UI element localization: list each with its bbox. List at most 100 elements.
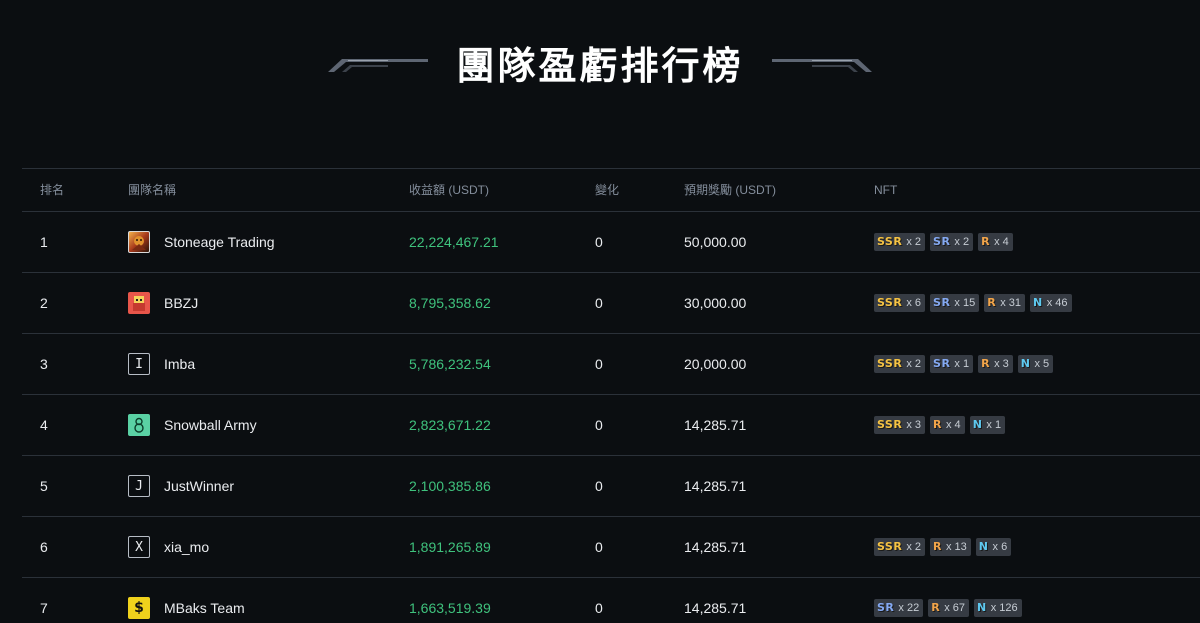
rank-cell: 4 bbox=[40, 417, 48, 433]
team-cell[interactable]: BBZJ bbox=[128, 273, 198, 333]
nft-badge: Rx 31 bbox=[984, 294, 1025, 312]
team-cell[interactable]: Stoneage Trading bbox=[128, 212, 275, 272]
nft-count: x 2 bbox=[906, 236, 922, 248]
nft-badge: SSR x 2 bbox=[874, 355, 926, 373]
prize-cell: 14,285.71 bbox=[684, 417, 747, 433]
nft-count: x 67 bbox=[944, 602, 965, 614]
nft-badge: SR x 2 bbox=[930, 233, 974, 251]
title-right-decoration-icon bbox=[771, 59, 872, 72]
nft-count: x 1 bbox=[954, 358, 970, 370]
nft-tier-label: N bbox=[978, 540, 989, 553]
nft-tier-label: SR bbox=[933, 357, 951, 370]
team-cell[interactable]: Xxia_mo bbox=[128, 517, 209, 577]
nft-count: x 6 bbox=[992, 541, 1008, 553]
change-cell: 0 bbox=[595, 600, 603, 616]
nft-badge: SR x 1 bbox=[930, 355, 974, 373]
team-cell[interactable]: Snowball Army bbox=[128, 395, 257, 455]
team-cell[interactable]: $ MBaks Team bbox=[128, 578, 245, 623]
nft-badge: Rx 67 bbox=[928, 599, 969, 617]
leaderboard-table: 排名 團隊名稱 收益額 (USDT) 變化 預期獎勵 (USDT) NFT 1 S… bbox=[22, 168, 1200, 623]
team-initial-avatar: I bbox=[128, 353, 150, 375]
nft-tier-label: R bbox=[933, 540, 942, 553]
nft-cell: SR x 22 Rx 67 Nx 126 bbox=[874, 578, 1027, 623]
table-row[interactable]: 2 BBZJ 8,795,358.62 0 30,000.00 SSR x 6 SR x 15 R… bbox=[22, 273, 1200, 334]
nft-tier-label: SSR bbox=[877, 296, 903, 309]
rank-cell: 6 bbox=[40, 539, 48, 555]
nft-badge: SSR x 6 bbox=[874, 294, 926, 312]
prize-cell: 14,285.71 bbox=[684, 478, 747, 494]
title-bar: 團隊盈虧排行榜 bbox=[0, 36, 1200, 96]
change-cell: 0 bbox=[595, 417, 603, 433]
team-name[interactable]: MBaks Team bbox=[164, 578, 245, 623]
header-rank: 排名 bbox=[40, 183, 65, 197]
nft-tier-label: SSR bbox=[877, 235, 903, 248]
pnl-cell: 1,891,265.89 bbox=[409, 539, 491, 555]
leaderboard-page: 團隊盈虧排行榜 排名 團隊名稱 收益額 (USDT) 變化 預期獎勵 (USDT… bbox=[0, 0, 1200, 623]
nft-badge: SSR x 2 bbox=[874, 538, 926, 556]
team-cell[interactable]: J JustWinner bbox=[128, 456, 234, 516]
nft-badge: Nx 1 bbox=[969, 416, 1006, 434]
header-change: 變化 bbox=[595, 183, 620, 197]
table-body: 1 Stoneage Trading 22,224,467.21 0 50,000.00… bbox=[22, 212, 1200, 623]
header-prize: 預期獎勵 (USDT) bbox=[684, 183, 776, 197]
nft-tier-label: R bbox=[931, 601, 941, 614]
header-pnl: 收益額 (USDT) bbox=[409, 183, 489, 197]
nft-tier-label: SR bbox=[933, 296, 951, 309]
prize-cell: 20,000.00 bbox=[684, 356, 747, 372]
pnl-cell: 8,795,358.62 bbox=[409, 295, 491, 311]
change-cell: 0 bbox=[595, 539, 603, 555]
snowman-icon bbox=[128, 414, 150, 436]
change-cell: 0 bbox=[595, 234, 603, 250]
nft-tier-label: N bbox=[972, 418, 983, 431]
rank-cell: 7 bbox=[40, 600, 48, 616]
table-row[interactable]: 6 Xxia_mo 1,891,265.89 0 14,285.71 SSR x 2Rx 1… bbox=[22, 517, 1200, 578]
rank-cell: 2 bbox=[40, 295, 48, 311]
team-initial-avatar: J bbox=[128, 475, 150, 497]
nft-badge: Nx 46 bbox=[1030, 294, 1072, 312]
nft-tier-label: N bbox=[976, 601, 987, 614]
nft-badge: Nx 126 bbox=[973, 599, 1022, 617]
nft-count: x 2 bbox=[906, 358, 922, 370]
team-name[interactable]: xia_mo bbox=[164, 517, 209, 577]
header-team: 團隊名稱 bbox=[128, 183, 177, 197]
nft-cell: SSR x 2Rx 13 Nx 6 bbox=[874, 517, 1016, 577]
team-logo-stoneage bbox=[128, 231, 150, 253]
table-row[interactable]: 4 Snowball Army 2,823,671.22 0 14,285.71 SSR x… bbox=[22, 395, 1200, 456]
pnl-cell: 5,786,232.54 bbox=[409, 356, 491, 372]
team-name[interactable]: Imba bbox=[164, 334, 195, 394]
nft-badge: Rx 4 bbox=[930, 416, 965, 434]
nft-count: x 15 bbox=[954, 297, 976, 309]
table-header: 排名 團隊名稱 收益額 (USDT) 變化 預期獎勵 (USDT) NFT bbox=[22, 169, 1200, 212]
nft-tier-label: SSR bbox=[877, 540, 903, 553]
title-left-decoration-icon bbox=[328, 59, 429, 72]
nft-count: x 2 bbox=[954, 236, 970, 248]
nft-tier-label: R bbox=[987, 296, 997, 309]
team-name[interactable]: JustWinner bbox=[164, 456, 234, 516]
nft-count: x 4 bbox=[946, 419, 961, 431]
nft-badge: Rx 3 bbox=[978, 355, 1013, 373]
nft-count: x 46 bbox=[1046, 297, 1068, 309]
nft-count: x 3 bbox=[994, 358, 1009, 370]
team-cell[interactable]: I Imba bbox=[128, 334, 195, 394]
nft-count: x 1 bbox=[986, 419, 1002, 431]
team-name[interactable]: Stoneage Trading bbox=[164, 212, 275, 272]
table-row[interactable]: 3 I Imba 5,786,232.54 0 20,000.00 SSR x 2 SR x 1R… bbox=[22, 334, 1200, 395]
team-name[interactable]: BBZJ bbox=[164, 273, 198, 333]
nft-badge: Rx 4 bbox=[978, 233, 1013, 251]
nft-badge: Nx 5 bbox=[1017, 355, 1054, 373]
nft-count: x 4 bbox=[994, 236, 1009, 248]
table-row[interactable]: 7 $ MBaks Team 1,663,519.39 0 14,285.71 SR x 22… bbox=[22, 578, 1200, 623]
nft-badge: SR x 22 bbox=[874, 599, 924, 617]
nft-cell: SSR x 2 SR x 1Rx 3Nx 5 bbox=[874, 334, 1058, 394]
team-logo-bbzj bbox=[128, 292, 150, 314]
nft-badge: SSR x 2 bbox=[874, 233, 926, 251]
nft-count: x 6 bbox=[906, 297, 922, 309]
prize-cell: 30,000.00 bbox=[684, 295, 747, 311]
nft-cell: SSR x 2 SR x 2Rx 4 bbox=[874, 212, 1018, 272]
table-row[interactable]: 5 J JustWinner 2,100,385.86 0 14,285.71 bbox=[22, 456, 1200, 517]
team-initial-avatar: X bbox=[128, 536, 150, 558]
prize-cell: 14,285.71 bbox=[684, 539, 747, 555]
nft-count: x 126 bbox=[990, 602, 1018, 614]
table-row[interactable]: 1 Stoneage Trading 22,224,467.21 0 50,000.00… bbox=[22, 212, 1200, 273]
team-name[interactable]: Snowball Army bbox=[164, 395, 257, 455]
